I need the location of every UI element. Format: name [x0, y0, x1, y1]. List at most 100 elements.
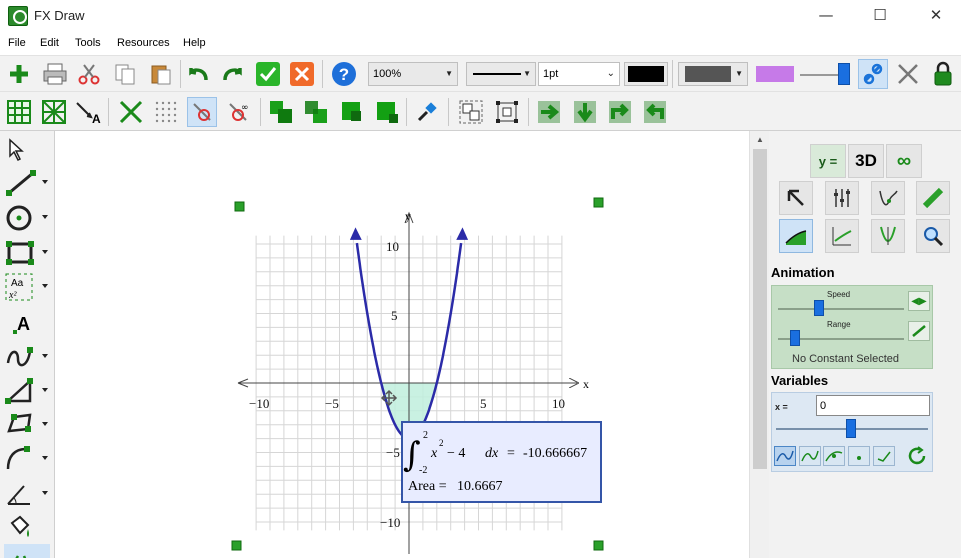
- reject-icon[interactable]: [287, 59, 317, 89]
- rectangle-tool[interactable]: [4, 238, 50, 268]
- circle-tool[interactable]: [4, 203, 50, 233]
- drawing-canvas[interactable]: x y −10 −5 5 10 10 5 −5 −10 ∫ 2 -2 x 2 −…: [55, 131, 749, 558]
- range-settings-button[interactable]: [908, 321, 930, 341]
- step-back-icon: [857, 456, 861, 460]
- close-button[interactable]: ✕: [913, 0, 959, 32]
- rectangle-icon: [6, 241, 34, 265]
- scrollbar-thumb[interactable]: [753, 149, 767, 469]
- select-graph-tool[interactable]: [779, 181, 813, 215]
- copy-icon[interactable]: [110, 59, 140, 89]
- menu-file[interactable]: File: [8, 37, 26, 49]
- undo-icon[interactable]: [183, 59, 213, 89]
- y-tick-label: −10: [380, 515, 400, 530]
- rotate-left-icon[interactable]: [640, 97, 670, 127]
- graph-tool[interactable]: [4, 544, 50, 558]
- ungroup-icon[interactable]: [492, 97, 522, 127]
- equation-tool[interactable]: Aa x²: [4, 272, 50, 302]
- integral-tool[interactable]: [779, 219, 813, 253]
- table-of-values-tool[interactable]: [825, 181, 859, 215]
- cut-icon[interactable]: [74, 59, 104, 89]
- curve-tool[interactable]: [4, 342, 50, 372]
- axes-cross-icon[interactable]: [116, 97, 146, 127]
- add-icon[interactable]: [4, 59, 34, 89]
- arrow-right-icon[interactable]: [534, 97, 564, 127]
- zoom-tool[interactable]: [916, 219, 950, 253]
- step-back-button[interactable]: [848, 446, 870, 466]
- range-slider-thumb[interactable]: [790, 330, 800, 346]
- fill-tool[interactable]: [4, 512, 50, 542]
- fill-color-select[interactable]: ▼: [678, 62, 748, 86]
- reset-button[interactable]: [904, 444, 930, 468]
- snap-points-icon[interactable]: [187, 97, 217, 127]
- speed-slider[interactable]: [778, 308, 904, 310]
- send-backward-icon[interactable]: [372, 97, 402, 127]
- menu-resources[interactable]: Resources: [117, 37, 170, 49]
- roots-tool[interactable]: [871, 219, 905, 253]
- curve-style-solid[interactable]: [774, 446, 796, 466]
- opacity-slider-thumb[interactable]: [838, 63, 850, 85]
- selection-handle[interactable]: [231, 540, 242, 551]
- polygon-tool[interactable]: [4, 410, 50, 440]
- arrow-down-icon[interactable]: [570, 97, 600, 127]
- variables-panel: x =: [771, 392, 933, 472]
- bring-front-icon[interactable]: [266, 97, 296, 127]
- maximize-button[interactable]: ☐: [857, 0, 903, 32]
- tangent-tool[interactable]: [916, 181, 950, 215]
- tab-function[interactable]: y =: [810, 144, 846, 178]
- zoom-select[interactable]: 100% ▼: [368, 62, 458, 86]
- link-icon[interactable]: [858, 59, 888, 89]
- tab-3d[interactable]: 3D: [848, 144, 884, 178]
- print-icon[interactable]: [40, 59, 70, 89]
- menu-help[interactable]: Help: [183, 37, 206, 49]
- curve-style-marker[interactable]: [823, 446, 845, 466]
- selection-handle[interactable]: [593, 197, 604, 208]
- points-tool[interactable]: [871, 181, 905, 215]
- stroke-color-swatch[interactable]: [624, 62, 668, 86]
- angle-tool[interactable]: [4, 479, 50, 509]
- selection-handle[interactable]: [593, 540, 604, 551]
- text-tool[interactable]: A: [4, 307, 50, 337]
- speed-slider-thumb[interactable]: [814, 300, 824, 316]
- bring-forward-icon[interactable]: [337, 97, 367, 127]
- graph-icon: [15, 555, 27, 558]
- format-painter-icon[interactable]: [412, 97, 442, 127]
- redo-icon[interactable]: [218, 59, 248, 89]
- unlink-icon[interactable]: [893, 59, 923, 89]
- grid-icon[interactable]: [4, 97, 34, 127]
- tab-parametric[interactable]: ∞: [886, 144, 922, 178]
- step-forward-button[interactable]: [873, 446, 895, 466]
- line-style-select[interactable]: ▼: [466, 62, 536, 86]
- angle-icon: [7, 485, 30, 505]
- dot-grid-icon[interactable]: [151, 97, 181, 127]
- send-back-icon[interactable]: [301, 97, 331, 127]
- triangle-tool[interactable]: [4, 376, 50, 406]
- axis-label-icon[interactable]: A: [74, 97, 104, 127]
- menu-tools[interactable]: Tools: [75, 37, 101, 49]
- polar-grid-icon[interactable]: [39, 97, 69, 127]
- canvas-vertical-scrollbar[interactable]: ▲: [749, 131, 769, 558]
- graph-object[interactable]: x y −10 −5 5 10 10 5 −5 −10 ∫ 2 -2 x 2 −…: [55, 131, 749, 558]
- lock-icon[interactable]: [928, 59, 958, 89]
- menu-edit[interactable]: Edit: [40, 37, 59, 49]
- group-icon[interactable]: [456, 97, 486, 127]
- integral-upper-limit: 2: [423, 430, 428, 441]
- rotate-right-icon[interactable]: [605, 97, 635, 127]
- scroll-up-icon[interactable]: ▲: [750, 131, 770, 149]
- curve-style-points[interactable]: [799, 446, 821, 466]
- help-icon[interactable]: ?: [329, 59, 359, 89]
- minimize-button[interactable]: —: [803, 0, 849, 32]
- arc-tool[interactable]: [4, 444, 50, 474]
- variable-slider-thumb[interactable]: [846, 419, 856, 438]
- paste-icon[interactable]: [146, 59, 176, 89]
- snap-infinity-icon[interactable]: ∞: [223, 97, 253, 127]
- line-tool[interactable]: [4, 168, 50, 198]
- select-tool[interactable]: [4, 135, 50, 165]
- accept-icon[interactable]: [253, 59, 283, 89]
- variable-value-input[interactable]: [816, 395, 930, 416]
- regression-tool[interactable]: [825, 219, 859, 253]
- accent-color-swatch[interactable]: [750, 62, 800, 86]
- selection-handle[interactable]: [234, 201, 245, 212]
- opacity-slider[interactable]: [800, 74, 840, 76]
- play-animation-button[interactable]: ◀▶: [908, 291, 930, 311]
- line-width-select[interactable]: 1pt ⌄: [538, 62, 620, 86]
